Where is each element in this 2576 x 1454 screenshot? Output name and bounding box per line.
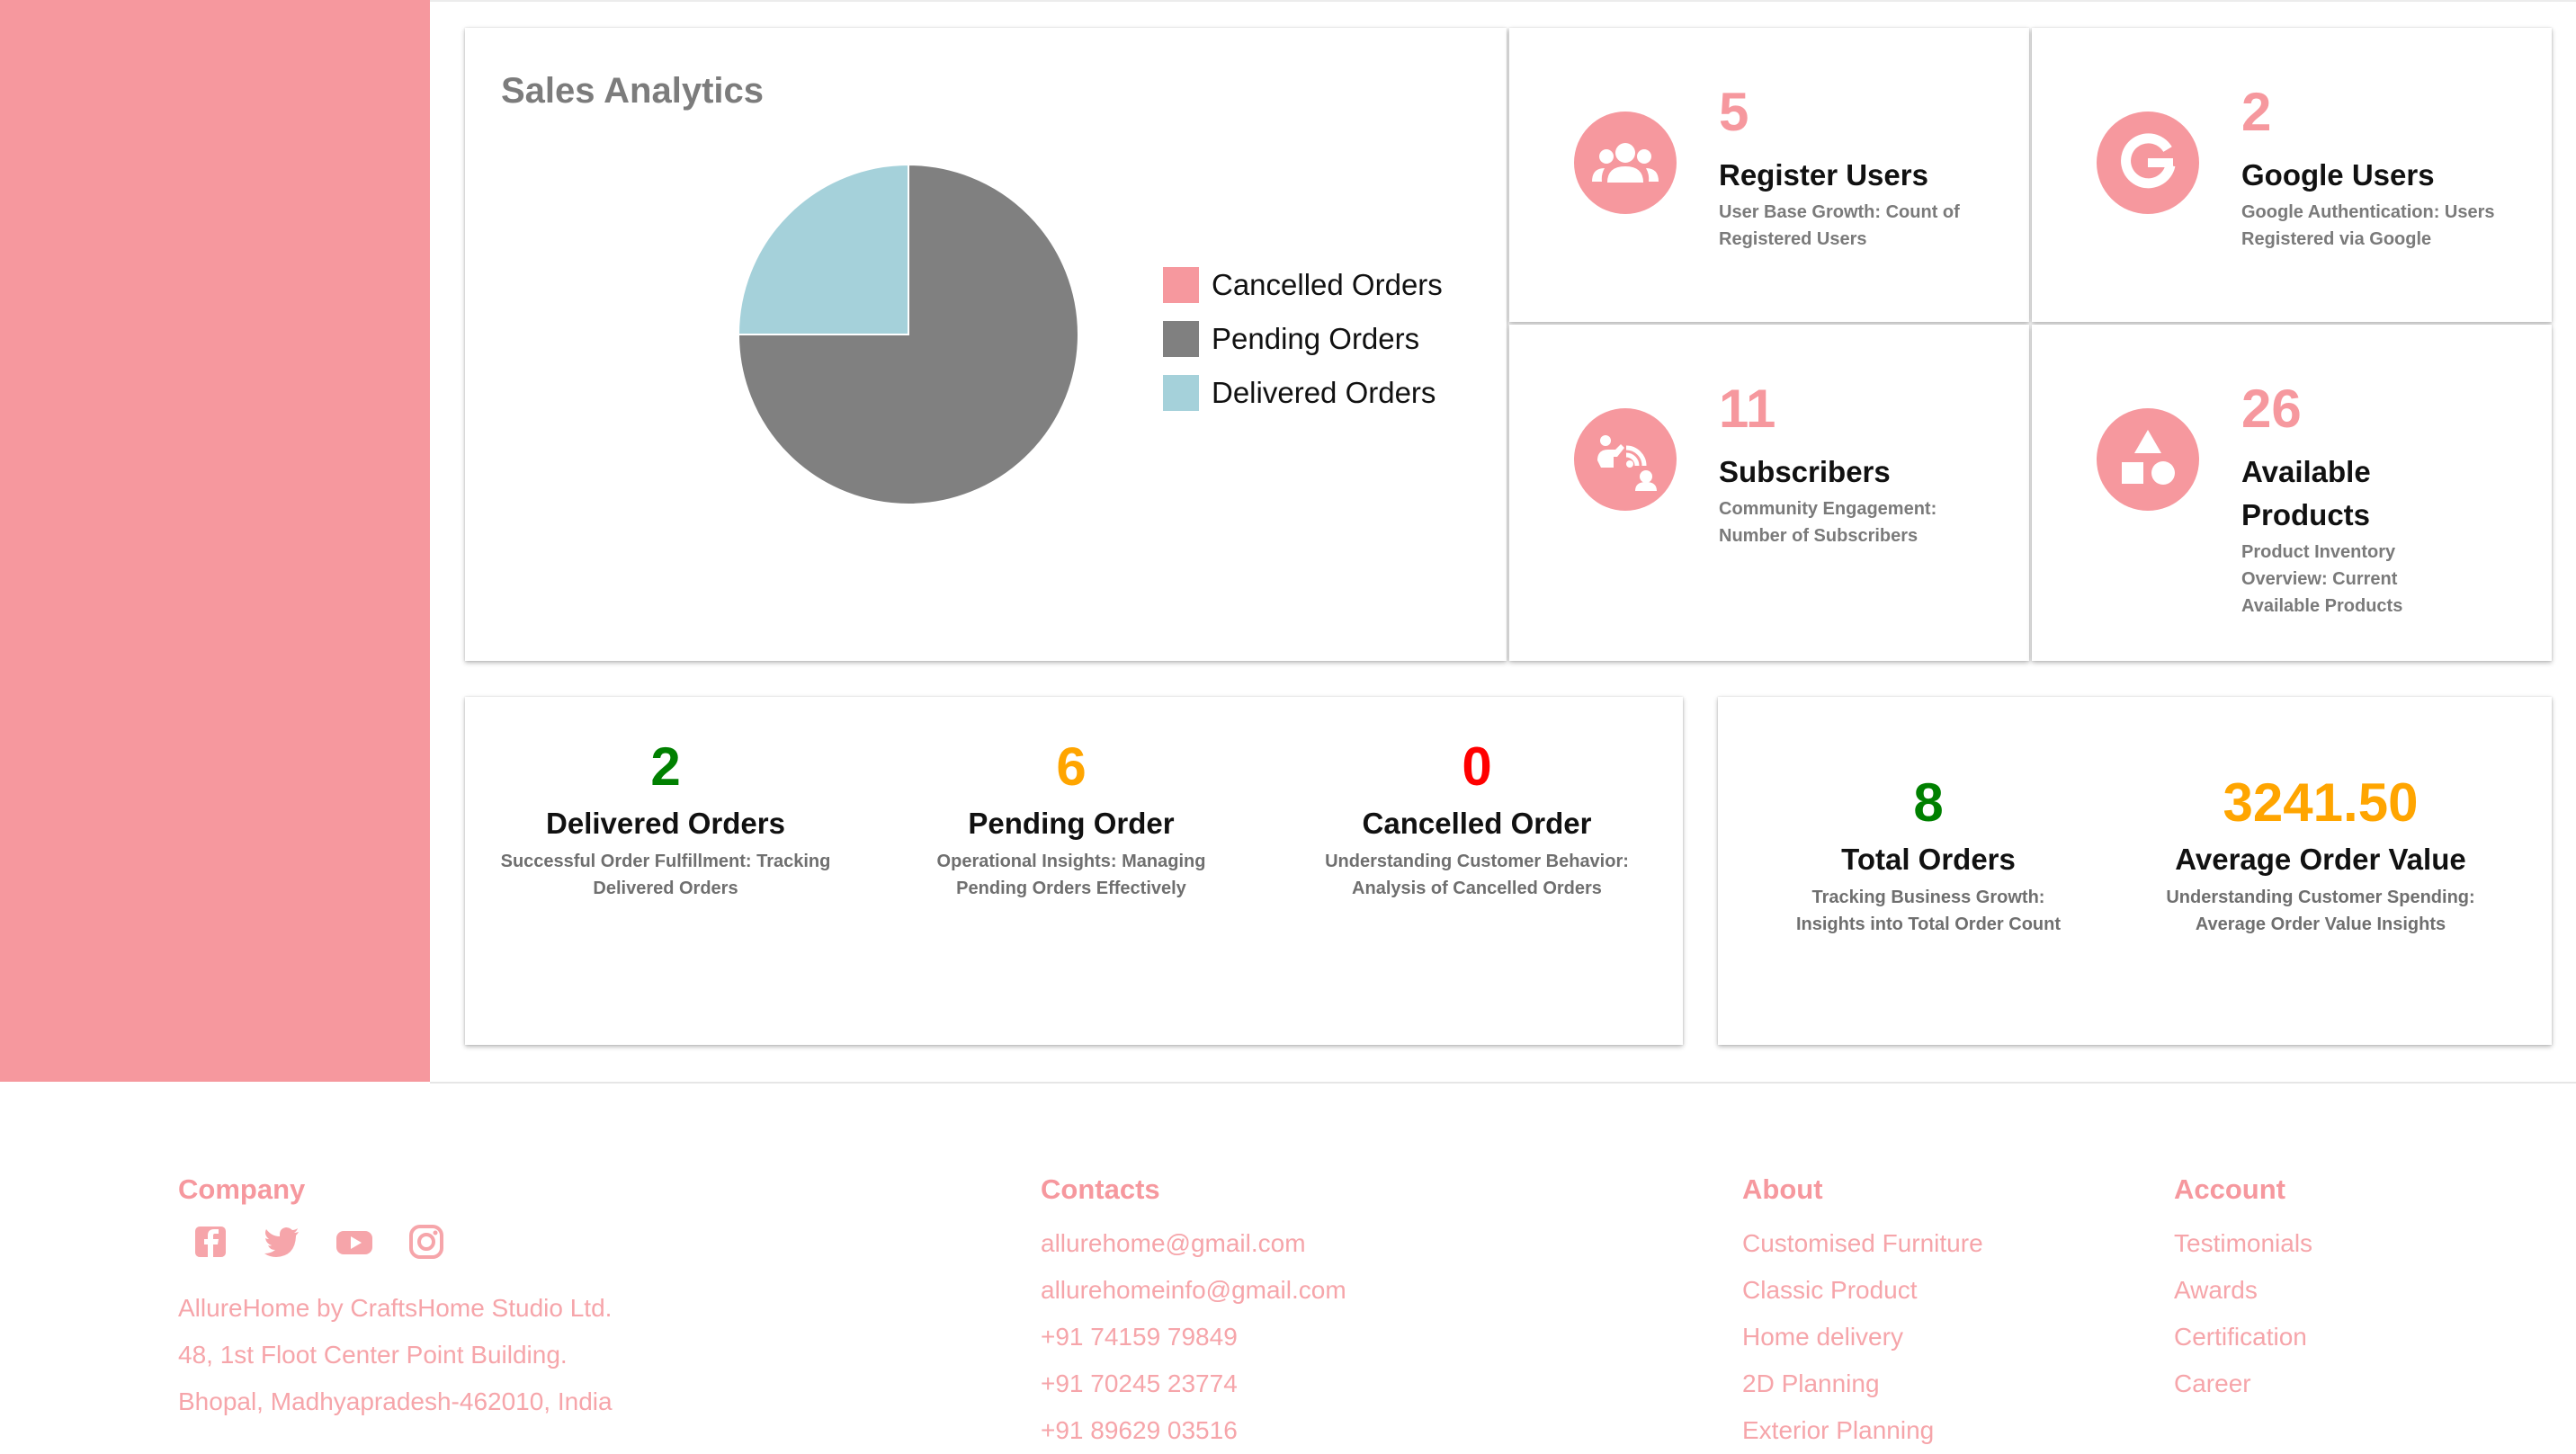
order-count: 2: [650, 736, 681, 797]
top-divider: [430, 0, 2576, 2]
footer-heading: About: [1742, 1173, 1823, 1205]
company-address: 48, 1st Floot Center Point Building.: [178, 1341, 568, 1369]
company-name: AllureHome by CraftsHome Studio Ltd.: [178, 1294, 613, 1322]
stat-card-register-users: 5 Register Users User Base Growth: Count…: [1509, 28, 2029, 322]
orders-summary-card: 2 Delivered Orders Successful Order Fulf…: [465, 697, 1683, 1045]
order-label: Cancelled Order: [1362, 807, 1592, 840]
account-link[interactable]: Certification: [2174, 1314, 2312, 1360]
sidebar: [0, 0, 430, 1082]
twitter-icon[interactable]: [261, 1220, 304, 1263]
order-count: 8: [1913, 772, 1944, 833]
legend-item-delivered[interactable]: Delivered Orders: [1163, 366, 1443, 420]
legend-swatch-pending: [1163, 321, 1199, 357]
legend-item-pending[interactable]: Pending Orders: [1163, 312, 1443, 366]
contact-email-link[interactable]: allurehome@gmail.com: [1041, 1220, 1346, 1267]
order-count: 6: [1056, 736, 1087, 797]
stat-number: 11: [1719, 379, 1776, 439]
stat-label: Available Products: [2241, 455, 2371, 531]
contact-phone-link[interactable]: +91 74159 79849: [1041, 1314, 1346, 1360]
about-link[interactable]: Home delivery: [1742, 1314, 1983, 1360]
social-links: [189, 1220, 613, 1263]
stat-description: User Base Growth: Count of Registered Us…: [1719, 201, 1960, 249]
instagram-icon[interactable]: [405, 1220, 448, 1263]
about-link[interactable]: 2D Planning: [1742, 1360, 1983, 1407]
order-count: 3241.50: [2223, 772, 2419, 833]
contact-email-link[interactable]: allurehomeinfo@gmail.com: [1041, 1267, 1346, 1314]
pie-slice-delivered-orders[interactable]: [737, 163, 909, 335]
order-description: Tracking Business Growth: Insights into …: [1795, 888, 2062, 934]
total-orders-stat: 8 Total Orders Tracking Business Growth:…: [1775, 776, 2081, 938]
legend-label: Delivered Orders: [1212, 376, 1436, 409]
legend-swatch-delivered: [1163, 375, 1199, 411]
totals-card: 8 Total Orders Tracking Business Growth:…: [1718, 697, 2552, 1045]
stat-description: Community Engagement: Number of Subscrib…: [1719, 498, 1937, 546]
pending-order-stat: 6 Pending Order Operational Insights: Ma…: [900, 740, 1242, 902]
stat-label: Subscribers: [1719, 455, 1891, 488]
stat-card-available-products: 26 Available Products Product Inventory …: [2032, 325, 2552, 661]
order-description: Successful Order Fulfillment: Tracking D…: [500, 852, 831, 898]
contact-phone-link[interactable]: +91 89629 03516: [1041, 1407, 1346, 1454]
delivered-orders-stat: 2 Delivered Orders Successful Order Fulf…: [495, 740, 836, 902]
footer-about: About Customised Furniture Classic Produ…: [1742, 1173, 1983, 1454]
order-label: Delivered Orders: [546, 807, 785, 840]
stat-card-google-users: 2 Google Users Google Authentication: Us…: [2032, 28, 2552, 322]
average-order-value-stat: 3241.50 Average Order Value Understandin…: [2150, 776, 2491, 938]
stat-number: 5: [1719, 82, 1749, 142]
account-link[interactable]: Testimonials: [2174, 1220, 2312, 1267]
legend-item-cancelled[interactable]: Cancelled Orders: [1163, 258, 1443, 312]
account-link[interactable]: Awards: [2174, 1267, 2312, 1314]
users-icon: [1574, 112, 1677, 214]
company-city: Bhopal, Madhyapradesh-462010, India: [178, 1387, 613, 1415]
footer-company: Company AllureHome by CraftsHome Studio …: [178, 1173, 613, 1425]
stat-number: 2: [2241, 82, 2272, 142]
subscribers-icon: [1574, 408, 1677, 511]
chart-legend: Cancelled Orders Pending Orders Delivere…: [1163, 258, 1443, 420]
stat-card-subscribers: 11 Subscribers Community Engagement: Num…: [1509, 325, 2029, 661]
youtube-icon[interactable]: [333, 1220, 376, 1263]
account-link[interactable]: Career: [2174, 1360, 2312, 1407]
order-count: 0: [1462, 736, 1492, 797]
stat-number: 26: [2241, 379, 2302, 439]
order-label: Pending Order: [968, 807, 1175, 840]
order-label: Total Orders: [1841, 843, 2016, 876]
sales-analytics-title: Sales Analytics: [501, 71, 765, 111]
cancelled-order-stat: 0 Cancelled Order Understanding Customer…: [1306, 740, 1648, 902]
legend-label: Pending Orders: [1212, 322, 1420, 355]
order-description: Understanding Customer Behavior: Analysi…: [1325, 852, 1629, 898]
sales-pie-chart: [737, 163, 1079, 505]
legend-swatch-cancelled: [1163, 267, 1199, 303]
about-link[interactable]: Customised Furniture: [1742, 1220, 1983, 1267]
footer-heading: Company: [178, 1173, 306, 1205]
legend-label: Cancelled Orders: [1212, 268, 1443, 301]
shapes-icon: [2097, 408, 2199, 511]
order-description: Operational Insights: Managing Pending O…: [936, 852, 1206, 898]
sales-analytics-card: Sales Analytics Cancelled Orders Pending…: [465, 28, 1507, 661]
contact-phone-link[interactable]: +91 70245 23774: [1041, 1360, 1346, 1407]
footer-contacts: Contacts allurehome@gmail.com allurehome…: [1041, 1173, 1346, 1454]
stat-description: Google Authentication: Users Registered …: [2241, 201, 2495, 249]
order-label: Average Order Value: [2175, 843, 2466, 876]
order-description: Understanding Customer Spending: Average…: [2166, 888, 2475, 934]
footer-account: Account Testimonials Awards Certificatio…: [2174, 1173, 2312, 1407]
footer-divider: [430, 1082, 2576, 1084]
about-link[interactable]: Exterior Planning: [1742, 1407, 1983, 1454]
footer-heading: Account: [2174, 1173, 2285, 1205]
about-link[interactable]: Classic Product: [1742, 1267, 1983, 1314]
google-icon: [2097, 112, 2199, 214]
facebook-icon[interactable]: [189, 1220, 232, 1263]
stat-label: Google Users: [2241, 158, 2435, 192]
stat-description: Product Inventory Overview: Current Avai…: [2241, 541, 2403, 616]
footer-heading: Contacts: [1041, 1173, 1160, 1205]
stat-label: Register Users: [1719, 158, 1928, 192]
